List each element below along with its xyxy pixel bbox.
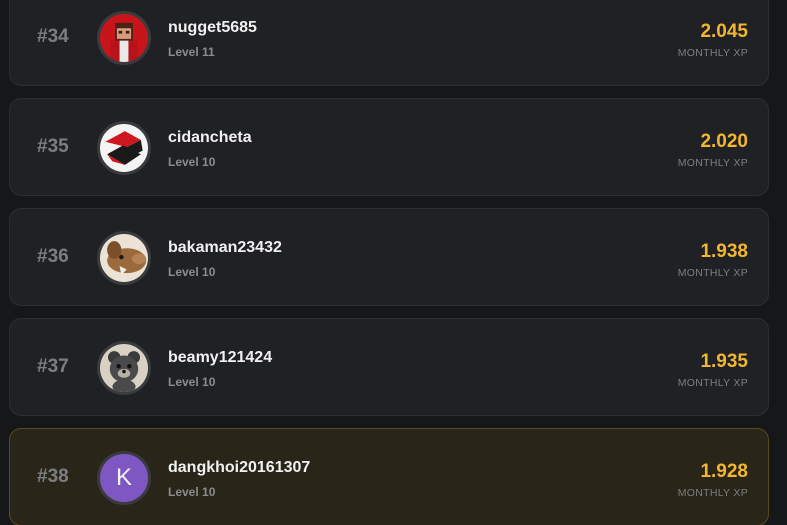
- red-character-avatar-icon[interactable]: [97, 11, 151, 65]
- username[interactable]: beamy121424: [168, 349, 272, 367]
- monthly-xp-value: 1.938: [700, 241, 748, 262]
- rank-label: #38: [37, 466, 69, 487]
- red-black-logo-avatar-icon[interactable]: [97, 121, 151, 175]
- username[interactable]: nugget5685: [168, 19, 257, 37]
- monthly-xp-label: MONTHLY XP: [677, 267, 748, 279]
- username[interactable]: bakaman23432: [168, 239, 282, 257]
- level-label: Level 10: [168, 265, 216, 279]
- dog-avatar-icon[interactable]: [97, 231, 151, 285]
- leaderboard-row[interactable]: #34 nugget5685 Level 11 2.045 MONTHLY XP: [9, 0, 769, 86]
- monthly-xp-value: 2.020: [700, 131, 748, 152]
- monthly-xp-value: 1.935: [700, 351, 748, 372]
- rank-label: #34: [37, 26, 69, 47]
- rank-label: #36: [37, 246, 69, 267]
- leaderboard-row-current-user[interactable]: #38 K dangkhoi20161307 Level 10 1.928 MO…: [9, 428, 769, 525]
- monthly-xp-label: MONTHLY XP: [677, 47, 748, 59]
- level-label: Level 11: [168, 45, 215, 59]
- username[interactable]: cidancheta: [168, 129, 252, 147]
- level-label: Level 10: [168, 375, 216, 389]
- leaderboard-list: #34 nugget5685 Level 11 2.045 MONTHLY XP…: [9, 0, 769, 525]
- monthly-xp-label: MONTHLY XP: [677, 377, 748, 389]
- avatar-letter: K: [115, 464, 132, 491]
- leaderboard-row[interactable]: #36 bakaman23432 Level 10 1.938 MONTHLY …: [9, 208, 769, 306]
- monthly-xp-value: 1.928: [700, 461, 748, 482]
- monthly-xp-label: MONTHLY XP: [677, 157, 748, 169]
- leaderboard-row[interactable]: #37 beamy121424 Level 10 1.935 MONTHLY X…: [9, 318, 769, 416]
- level-label: Level 10: [168, 155, 216, 169]
- monthly-xp-label: MONTHLY XP: [677, 487, 748, 499]
- username[interactable]: dangkhoi20161307: [168, 459, 310, 477]
- monthly-xp-value: 2.045: [700, 21, 748, 42]
- leaderboard-row[interactable]: #35 cidancheta Level 10 2.020 MONTHLY XP: [9, 98, 769, 196]
- rank-label: #37: [37, 356, 69, 377]
- letter-avatar-icon[interactable]: K: [97, 451, 151, 505]
- level-label: Level 10: [168, 485, 216, 499]
- rank-label: #35: [37, 136, 69, 157]
- bear-avatar-icon[interactable]: [97, 341, 151, 395]
